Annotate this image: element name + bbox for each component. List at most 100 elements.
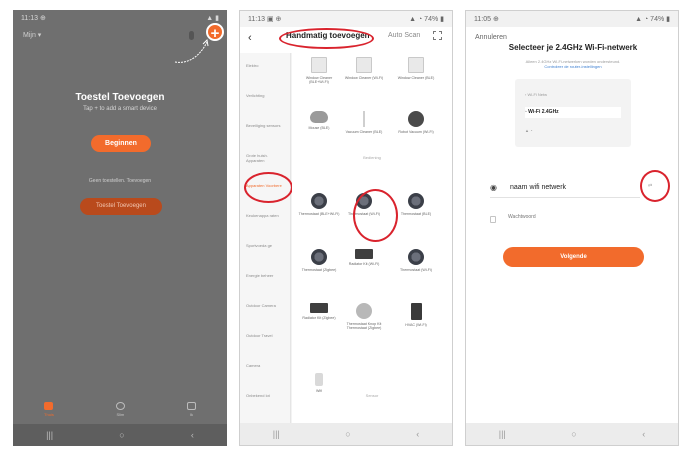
annotation-circle-title	[279, 28, 374, 49]
home-icon	[44, 401, 54, 410]
robot-vacuum-icon	[408, 111, 424, 127]
back-button[interactable]: ‹	[191, 430, 194, 440]
recent-apps-button[interactable]: |||	[499, 429, 506, 439]
sidebar-item[interactable]: Grote huish. Apparaten	[240, 143, 290, 173]
begin-button[interactable]: Beginnen	[91, 135, 151, 152]
device-tile[interactable]: Thermostaat (BLE)	[395, 193, 437, 216]
back-arrow-icon[interactable]: ‹	[248, 32, 252, 44]
status-icons: ▲ ◔ 74% ▮	[635, 16, 670, 23]
add-device-button[interactable]: Toestel Toevoegen	[80, 198, 162, 215]
device-tile[interactable]: Wifi	[298, 373, 340, 393]
wifi-illustration: ‹ Wi-Fi Netw ◦ Wi-Fi 2.4GHz ▲ ◔	[515, 79, 631, 147]
device-tile[interactable]: Window Cleaner (BLE)	[395, 57, 437, 80]
home-button[interactable]: ○	[119, 430, 124, 440]
device-name: Window Cleaner (BLE+Wi-Fi)	[305, 76, 333, 85]
sidebar-item[interactable]: Energie beheer	[240, 263, 290, 293]
next-button[interactable]: Volgende	[503, 247, 644, 267]
device-name: Thermostaat (BLE+Wi-Fi)	[298, 212, 340, 216]
device-tile[interactable]: Thermostaat (Zigbee)	[298, 249, 340, 272]
mouse-icon	[310, 111, 328, 123]
thermostat-icon	[311, 249, 327, 265]
annotation-circle-device	[353, 189, 398, 242]
phone-manual-add-screen: 11:13 ▣ ⊕ ▲ ◔ 74% ▮ ‹ Handmatig toevoege…	[239, 10, 453, 446]
device-name: Wifi	[316, 389, 322, 393]
device-tile[interactable]: Radiator Kit (Wi-Fi)	[343, 249, 385, 266]
tab-profile[interactable]: Ik	[186, 401, 196, 417]
illustration-row: ▲ ◔	[525, 128, 533, 133]
device-tile[interactable]: Window Cleaner (Wi-Fi)	[343, 57, 385, 80]
sidebar-item[interactable]: Sportvoeda ge	[240, 233, 290, 263]
status-bar: 11:13 ▣ ⊕ ▲ ◔ 74% ▮	[240, 11, 452, 27]
cancel-button[interactable]: Annuleren	[475, 34, 507, 41]
thermostat-icon	[408, 249, 424, 265]
router-settings-link[interactable]: Controleer de router-instellingen	[544, 64, 601, 69]
wifi-ssid-field[interactable]: ◉ naam wifi netwerk	[490, 181, 640, 195]
device-name: HVAC (Wi-Fi)	[405, 323, 427, 327]
annotation-circle-category	[244, 172, 293, 203]
status-icons: ▲ ◔ 74% ▮	[409, 16, 444, 23]
sidebar-item[interactable]: Beveiliging sensors	[240, 113, 290, 143]
tab-smart[interactable]: Slim	[115, 401, 125, 417]
back-button[interactable]: ‹	[416, 429, 419, 439]
illustration-row-selected: ◦ Wi-Fi 2.4GHz	[525, 107, 621, 118]
section-label: Bediening	[363, 155, 381, 160]
device-tile[interactable]: Window Cleaner (BLE+Wi-Fi)	[298, 57, 340, 85]
ssid-value: naam wifi netwerk	[510, 184, 567, 191]
system-nav-bar: ||| ○ ‹	[466, 423, 678, 445]
tab-label: Slim	[116, 411, 125, 417]
vacuum-icon	[356, 111, 372, 127]
device-name: Window Cleaner (BLE)	[397, 76, 435, 80]
tab-label: Ik	[189, 411, 193, 417]
back-button[interactable]: ‹	[642, 429, 645, 439]
device-name: Mouse (BLE)	[308, 126, 330, 130]
device-tile[interactable]: Thermostaat (Wi-Fi)	[395, 249, 437, 272]
profile-icon	[186, 401, 196, 410]
recent-apps-button[interactable]: |||	[273, 429, 280, 439]
hvac-icon	[410, 303, 422, 320]
page-title: Selecteer je 2.4GHz Wi-Fi-netwerk	[508, 43, 638, 52]
empty-hint: Geen toestellen. Toevoegen	[88, 178, 152, 184]
sidebar-item[interactable]: Outdoor Travel	[240, 323, 290, 353]
sidebar-item[interactable]: Keukenappa raten	[240, 203, 290, 233]
device-tile[interactable]: Vacuum Cleaner (BLE)	[343, 111, 385, 134]
sidebar-item[interactable]: Outdoor Camera	[240, 293, 290, 323]
sidebar-item[interactable]: Elektro	[240, 53, 290, 83]
device-name: Window Cleaner (Wi-Fi)	[344, 76, 384, 80]
status-bar: 11:13 ⊕ ▲ ▮	[13, 10, 227, 26]
home-button[interactable]: ○	[345, 429, 350, 439]
thermostat-icon	[311, 193, 327, 209]
device-name: Radiator Kit (Wi-Fi)	[348, 262, 380, 266]
device-name: Vacuum Cleaner (BLE)	[345, 130, 383, 134]
home-selector[interactable]: Mijn ▾	[23, 31, 41, 39]
tab-home[interactable]: Thuis	[44, 401, 54, 417]
annotation-arrow	[174, 38, 209, 63]
device-tile[interactable]: Thermostaat (BLE+Wi-Fi)	[298, 193, 340, 216]
tab-auto-scan[interactable]: Auto Scan	[388, 32, 420, 39]
scan-icon[interactable]	[433, 31, 442, 40]
device-name: Thermostaat (Zigbee)	[301, 268, 337, 272]
system-nav-bar: ||| ○ ‹	[13, 424, 227, 446]
device-tile[interactable]: Thermostaat Knop Kit Thermostaat (Zigbee…	[343, 303, 385, 331]
recent-apps-button[interactable]: |||	[46, 430, 53, 440]
device-name: Radiator Kit (Zigbee)	[302, 316, 336, 320]
plug-icon	[315, 373, 323, 386]
password-row	[490, 213, 640, 227]
annotation-circle-switch	[640, 170, 670, 202]
device-tile[interactable]: Radiator Kit (Zigbee)	[298, 303, 340, 320]
device-tile[interactable]: Mouse (BLE)	[298, 111, 340, 130]
sidebar-item[interactable]: Verlichting	[240, 83, 290, 113]
device-tile[interactable]: Robot Vacuum (Wi-Fi)	[395, 111, 437, 134]
home-button[interactable]: ○	[571, 429, 576, 439]
device-name: Thermostaat (Wi-Fi)	[400, 268, 432, 272]
page-subtitle: Tap + to add a smart device	[83, 106, 157, 112]
sidebar-item[interactable]: Camera	[240, 353, 290, 383]
tab-label: Thuis	[44, 411, 54, 417]
device-tile[interactable]: HVAC (Wi-Fi)	[395, 303, 437, 327]
thermostat-knob-icon	[356, 303, 372, 319]
password-input[interactable]	[508, 214, 628, 220]
window-cleaner-icon	[356, 57, 372, 73]
section-label: Sensor	[365, 393, 379, 398]
sidebar-item[interactable]: Onbekend lot	[240, 383, 290, 413]
device-name: Robot Vacuum (Wi-Fi)	[398, 130, 434, 134]
wifi-description: Alleen 2.4GHz Wi-Fi-netwerken worden ond…	[490, 59, 656, 69]
